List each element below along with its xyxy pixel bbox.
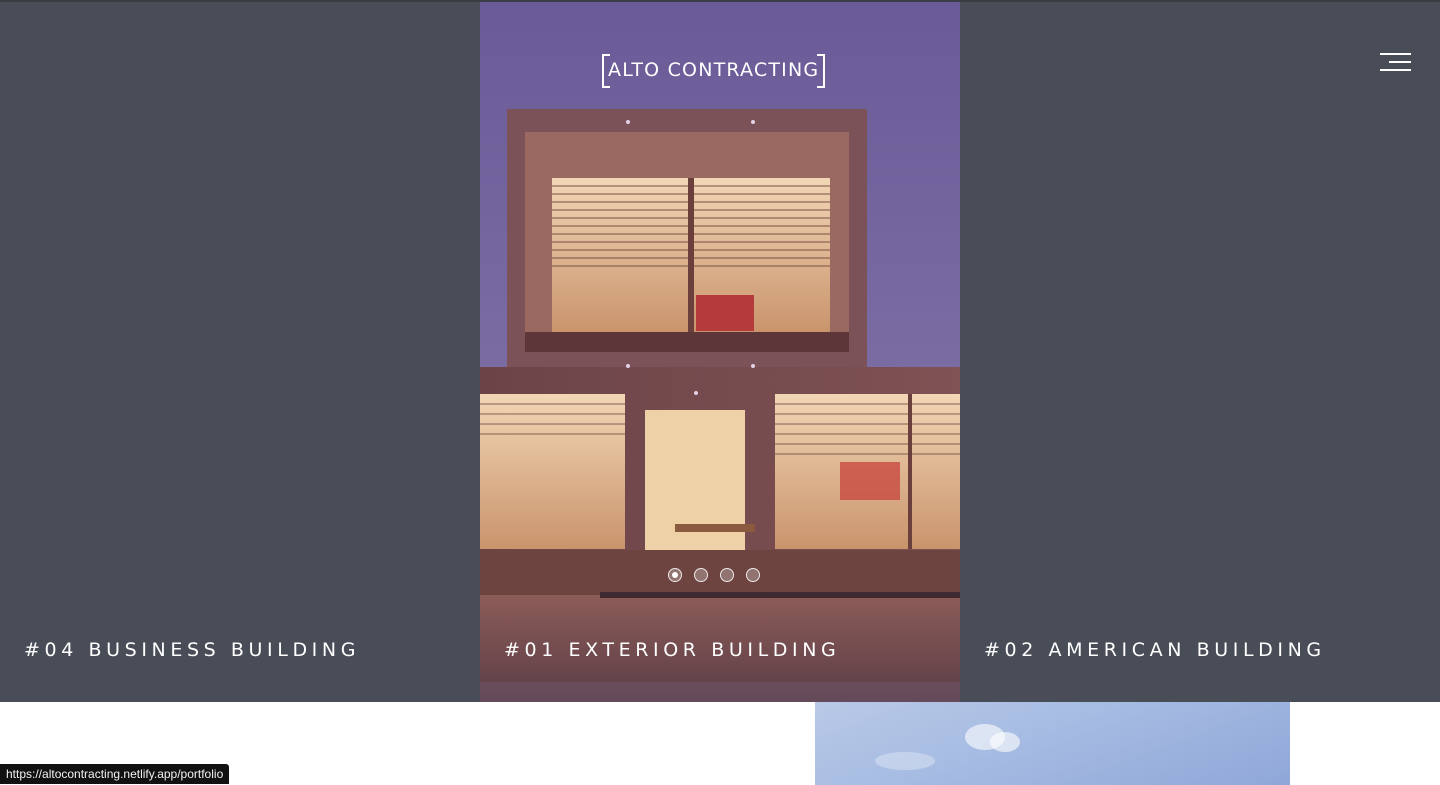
slide-panel-business[interactable]: #04 BUSINESS BUILDING [0,2,480,702]
logo-bracket-right [817,54,826,88]
status-bar-url: https://altocontracting.netlify.app/port… [0,764,230,784]
slider-dot-3[interactable] [720,568,734,582]
page: #04 BUSINESS BUILDING #01 EXTERIOR BUILD… [0,0,1440,785]
slide-title-american[interactable]: #02 AMERICAN BUILDING [984,639,1326,661]
slider-pagination [668,568,760,582]
sky-image [815,702,1290,785]
slide-title-business[interactable]: #04 BUSINESS BUILDING [24,639,360,661]
logo-text: ALTO CONTRACTING [608,59,820,81]
slider-dot-2[interactable] [694,568,708,582]
logo-bracket-left [602,54,610,88]
hamburger-menu-icon[interactable] [1379,53,1411,73]
menu-line-top [1380,53,1411,55]
portfolio-slider: #04 BUSINESS BUILDING #01 EXTERIOR BUILD… [0,2,1440,702]
slider-dot-4[interactable] [746,568,760,582]
menu-line-bottom [1380,69,1411,71]
slide-panel-exterior[interactable]: #01 EXTERIOR BUILDING [480,2,960,702]
slide-title-exterior[interactable]: #01 EXTERIOR BUILDING [504,639,840,661]
slider-dot-1[interactable] [668,568,682,582]
house-exterior-image [480,2,960,702]
site-logo[interactable]: ALTO CONTRACTING [602,54,826,88]
menu-line-middle [1389,61,1411,63]
slide-panel-american[interactable]: #02 AMERICAN BUILDING [960,2,1440,702]
